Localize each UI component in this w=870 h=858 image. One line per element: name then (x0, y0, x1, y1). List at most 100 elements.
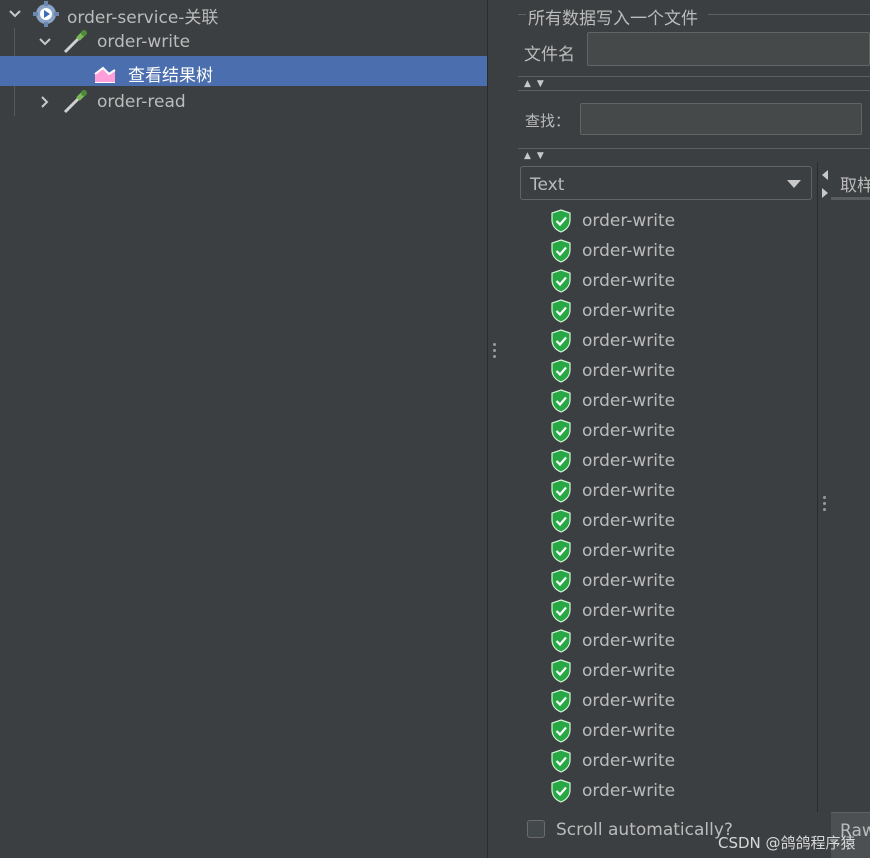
success-shield-icon (551, 479, 571, 503)
result-item[interactable]: order-write (540, 326, 816, 356)
tree-node-label: order-read (97, 92, 186, 112)
result-item[interactable]: order-write (540, 566, 816, 596)
collapse-arrows-icon[interactable]: ▲▼ (524, 151, 550, 161)
tree-node-label: order-service-关联 (67, 8, 219, 28)
section-divider (518, 76, 870, 77)
success-shield-icon (551, 419, 571, 443)
success-shield-icon (551, 659, 571, 683)
result-item-label: order-write (582, 241, 676, 261)
scroll-automatically-label: Scroll automatically? (556, 820, 733, 840)
result-item[interactable]: order-write (540, 356, 816, 386)
result-item[interactable]: order-write (540, 236, 816, 266)
result-item[interactable]: order-write (540, 536, 816, 566)
chart-icon (93, 58, 119, 84)
results-tree-window: order-service-关联 order-write 查看结果树 order… (0, 0, 870, 858)
gear-icon (33, 1, 59, 27)
collapse-left-icon[interactable] (822, 170, 828, 180)
result-item-label: order-write (582, 511, 676, 531)
success-shield-icon (551, 239, 571, 263)
chevron-down-icon[interactable] (787, 180, 801, 188)
result-item-label: order-write (582, 451, 676, 471)
result-item[interactable]: order-write (540, 686, 816, 716)
result-item-label: order-write (582, 721, 676, 741)
result-item-label: order-write (582, 571, 676, 591)
scroll-automatically-checkbox[interactable] (527, 820, 545, 838)
result-item-label: order-write (582, 331, 676, 351)
filename-label: 文件名 (524, 45, 575, 65)
success-shield-icon (551, 689, 571, 713)
result-item[interactable]: order-write (540, 656, 816, 686)
result-item-label: order-write (582, 301, 676, 321)
filename-input[interactable] (587, 32, 870, 66)
pipette-icon (62, 89, 88, 115)
tree-node-view-results-tree[interactable]: 查看结果树 (0, 56, 487, 86)
result-item[interactable]: order-write (540, 506, 816, 536)
test-plan-tree: order-service-关联 order-write 查看结果树 order… (0, 0, 488, 858)
result-item[interactable]: order-write (540, 476, 816, 506)
splitter-handle[interactable] (823, 496, 826, 514)
section-divider (518, 90, 870, 91)
success-shield-icon (551, 209, 571, 233)
tree-node-label: order-write (97, 32, 191, 52)
result-item-label: order-write (582, 781, 676, 801)
success-shield-icon (551, 509, 571, 533)
success-shield-icon (551, 299, 571, 323)
collapse-right-icon[interactable] (822, 188, 828, 198)
result-item-label: order-write (582, 421, 676, 441)
success-shield-icon (551, 359, 571, 383)
result-item[interactable]: order-write (540, 716, 816, 746)
tree-node-label: 查看结果树 (128, 66, 213, 86)
success-shield-icon (551, 569, 571, 593)
result-item[interactable]: order-write (540, 416, 816, 446)
result-item[interactable]: order-write (540, 776, 816, 806)
chevron-down-icon[interactable] (36, 33, 54, 51)
result-item[interactable]: order-write (540, 746, 816, 776)
result-item[interactable]: order-write (540, 206, 816, 236)
watermark: CSDN @鸽鸽程序猿 (718, 834, 856, 852)
success-shield-icon (551, 629, 571, 653)
result-item[interactable]: order-write (540, 626, 816, 656)
renderer-select[interactable]: Text (520, 166, 812, 200)
splitter-handle[interactable] (491, 343, 497, 363)
search-input[interactable] (580, 103, 862, 135)
success-shield-icon (551, 719, 571, 743)
result-item-label: order-write (582, 751, 676, 771)
sampler-result-panel: 取样 (831, 162, 870, 812)
result-item-label: order-write (582, 541, 676, 561)
tree-node-test-plan[interactable]: order-service-关联 (0, 0, 487, 30)
fieldset-border (708, 14, 870, 15)
success-shield-icon (551, 599, 571, 623)
success-shield-icon (551, 779, 571, 803)
tab-sampler-result[interactable]: 取样 (831, 162, 870, 200)
result-item[interactable]: order-write (540, 266, 816, 296)
result-item-label: order-write (582, 361, 676, 381)
result-item-label: order-write (582, 631, 676, 651)
success-shield-icon (551, 749, 571, 773)
tree-node-order-read[interactable]: order-read (0, 88, 487, 118)
pipette-icon (62, 29, 88, 55)
result-item[interactable]: order-write (540, 596, 816, 626)
success-shield-icon (551, 539, 571, 563)
tree-node-order-write[interactable]: order-write (0, 28, 487, 58)
success-shield-icon (551, 449, 571, 473)
result-item-label: order-write (582, 481, 676, 501)
section-divider (518, 148, 870, 149)
result-item-label: order-write (582, 211, 676, 231)
chevron-down-icon[interactable] (6, 5, 24, 23)
result-item[interactable]: order-write (540, 386, 816, 416)
sample-results-list: order-write order-write order-write order-w… (540, 206, 816, 806)
success-shield-icon (551, 269, 571, 293)
success-shield-icon (551, 389, 571, 413)
search-label: 查找： (525, 112, 571, 130)
result-item-label: order-write (582, 271, 676, 291)
collapse-arrows-icon[interactable]: ▲▼ (524, 79, 550, 89)
success-shield-icon (551, 329, 571, 353)
renderer-select-value: Text (530, 175, 565, 195)
fieldset-legend: 所有数据写入一个文件 (526, 4, 700, 29)
chevron-right-icon[interactable] (36, 93, 54, 111)
result-item-label: order-write (582, 601, 676, 621)
result-item[interactable]: order-write (540, 296, 816, 326)
result-item-label: order-write (582, 691, 676, 711)
result-item[interactable]: order-write (540, 446, 816, 476)
result-item-label: order-write (582, 391, 676, 411)
